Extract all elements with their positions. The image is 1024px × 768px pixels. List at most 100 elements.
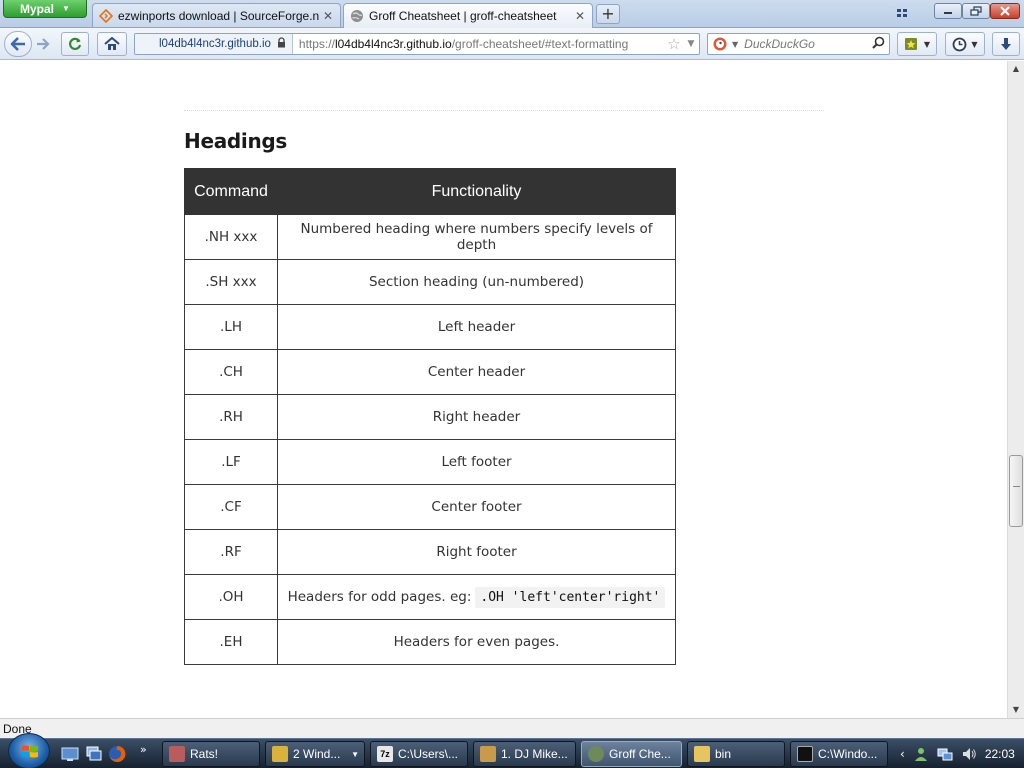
functionality-cell: Right footer	[277, 529, 676, 575]
table-row: .CF Center footer	[184, 484, 676, 530]
download-arrow-icon	[1001, 38, 1011, 50]
restore-icon	[970, 6, 982, 16]
table-row: .NH xxx Numbered heading where numbers s…	[184, 214, 676, 260]
command-cell: .NH xxx	[184, 214, 278, 260]
table-row: .LF Left footer	[184, 439, 676, 485]
functionality-cell: Headers for even pages.	[277, 619, 676, 665]
column-header-command: Command	[184, 168, 278, 215]
dropdown-arrow-icon: ▼	[351, 749, 359, 759]
globe-icon	[350, 9, 364, 23]
tab-groff-cheatsheet[interactable]: Groff Cheatsheet | groff-cheatsheet ✕	[343, 3, 593, 28]
folder-icon	[694, 746, 710, 762]
home-button[interactable]	[97, 32, 127, 56]
url-host: l04db4l4nc3r.github.io	[334, 37, 452, 51]
search-bar[interactable]: ▼ DuckDuckGo	[707, 33, 890, 55]
search-engine-dropdown-icon[interactable]: ▼	[732, 40, 738, 49]
close-icon	[1000, 6, 1010, 16]
close-tab-icon[interactable]: ✕	[320, 9, 336, 23]
downloads-button[interactable]	[992, 32, 1020, 56]
start-button[interactable]	[8, 733, 50, 768]
back-button[interactable]	[4, 31, 32, 57]
scrollbar-thumb[interactable]	[1009, 455, 1023, 527]
command-cell: .OH	[184, 574, 278, 620]
taskbar-button-label: C:\Windo...	[818, 747, 878, 761]
forward-button[interactable]	[32, 32, 54, 56]
taskbar-button[interactable]: bin	[687, 741, 785, 767]
7zip-icon: 7z	[377, 746, 393, 762]
app-menu-button[interactable]: Mypal ▼	[3, 0, 87, 18]
close-tab-icon[interactable]: ✕	[572, 9, 588, 23]
table-row: .LH Left header	[184, 304, 676, 350]
reload-button[interactable]	[61, 32, 89, 56]
command-cell: .LH	[184, 304, 278, 350]
window-switcher-icon[interactable]	[85, 745, 103, 763]
tab-sourceforge[interactable]: ezwinports download | SourceForge.n... ✕	[92, 3, 341, 27]
search-input[interactable]: DuckDuckGo	[744, 37, 867, 51]
new-tab-button[interactable]: +	[596, 4, 620, 24]
taskbar-button[interactable]: Groff Che...	[581, 741, 682, 767]
site-identity-label: l04db4l4nc3r.github.io	[159, 38, 271, 50]
rats-app-icon	[169, 746, 185, 762]
taskbar-button-label: Groff Che...	[609, 747, 671, 761]
tab-label: Groff Cheatsheet | groff-cheatsheet	[369, 9, 557, 23]
vertical-scrollbar[interactable]: ▲ ▼	[1007, 61, 1024, 718]
user-status-icon[interactable]	[913, 746, 929, 762]
scroll-up-arrow-icon[interactable]: ▲	[1008, 61, 1024, 77]
navigation-toolbar: l04db4l4nc3r.github.io https://l04db4l4n…	[0, 28, 1024, 60]
system-clock[interactable]: 22:03	[985, 747, 1015, 761]
command-cell: .EH	[184, 619, 278, 665]
windows-taskbar: » Rats! 2 Wind... ▼ 7z C:\Users\... 1. D…	[0, 733, 1024, 768]
url-dropdown-icon[interactable]: ▼	[683, 39, 699, 49]
functionality-cell: Center footer	[277, 484, 676, 530]
command-cell: .RH	[184, 394, 278, 440]
show-desktop-icon[interactable]	[61, 745, 79, 763]
command-cell: .CH	[184, 349, 278, 395]
history-button[interactable]: ▼	[945, 32, 985, 56]
lock-icon	[277, 37, 286, 51]
url-scheme: https://	[298, 37, 335, 51]
restore-button[interactable]	[962, 3, 990, 19]
clock-icon	[953, 37, 967, 51]
system-tray: ‹ 22:03	[895, 739, 1024, 768]
show-hidden-icons-icon[interactable]: ‹	[900, 747, 905, 761]
taskbar-button-label: 1. DJ Mike...	[501, 747, 568, 761]
minimize-icon	[944, 12, 952, 14]
minimize-button[interactable]	[934, 3, 962, 19]
duckduckgo-icon[interactable]	[708, 34, 732, 54]
bookmarks-button[interactable]: ▼	[897, 32, 937, 56]
media-player-icon	[480, 746, 496, 762]
search-magnifier-icon[interactable]	[867, 36, 889, 52]
taskbar-button[interactable]: 1. DJ Mike...	[473, 741, 576, 767]
command-cell: .RF	[184, 529, 278, 575]
scroll-down-arrow-icon[interactable]: ▼	[1008, 702, 1024, 718]
tab-bar: Mypal ▼ ezwinports download | SourceForg…	[0, 0, 1024, 28]
bookmarks-icon	[904, 38, 917, 50]
taskbar-button[interactable]: C:\Windo...	[790, 741, 888, 767]
command-cell: .CF	[184, 484, 278, 530]
firefox-icon[interactable]	[108, 745, 126, 763]
table-row: .CH Center header	[184, 349, 676, 395]
table-row: .RH Right header	[184, 394, 676, 440]
url-bar[interactable]: l04db4l4nc3r.github.io https://l04db4l4n…	[134, 33, 700, 55]
site-identity-button[interactable]: l04db4l4nc3r.github.io	[135, 34, 293, 54]
functionality-cell: Right header	[277, 394, 676, 440]
table-header-row: Command Functionality	[184, 168, 676, 215]
volume-icon[interactable]	[961, 746, 977, 762]
bookmark-star-icon[interactable]: ☆	[665, 35, 683, 53]
taskbar-button[interactable]: 2 Wind... ▼	[265, 741, 365, 767]
url-text[interactable]: https://l04db4l4nc3r.github.io/groff-che…	[293, 37, 665, 51]
taskbar-button[interactable]: Rats!	[162, 741, 260, 767]
quick-launch-more-icon[interactable]: »	[140, 743, 147, 756]
functionality-cell: Numbered heading where numbers specify l…	[277, 214, 676, 260]
taskbar-button[interactable]: 7z C:\Users\...	[370, 741, 468, 767]
table-row: .SH xxx Section heading (un-numbered)	[184, 259, 676, 305]
back-arrow-icon	[10, 37, 25, 51]
functionality-cell: Headers for odd pages. eg: .OH 'left'cent…	[277, 574, 676, 620]
section-heading: Headings	[184, 129, 288, 153]
command-prompt-icon	[797, 746, 813, 762]
close-window-button[interactable]	[990, 3, 1020, 19]
taskbar-button-label: bin	[715, 747, 732, 761]
url-path: /groff-cheatsheet/#text-formatting	[451, 37, 629, 51]
network-icon[interactable]	[937, 746, 953, 762]
list-all-tabs-icon[interactable]	[895, 6, 909, 20]
